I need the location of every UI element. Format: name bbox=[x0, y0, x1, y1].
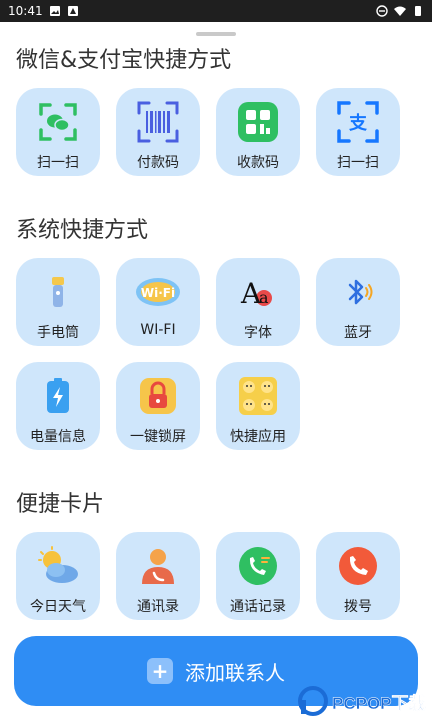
section-title-system: 系统快捷方式 bbox=[16, 218, 149, 243]
tile-label: 通话记录 bbox=[230, 599, 286, 615]
watermark-text: PCPOP下载 bbox=[332, 693, 426, 713]
tile-wifi[interactable]: Wi·Fi WI-FI bbox=[116, 258, 200, 346]
section-title-cards: 便捷卡片 bbox=[16, 492, 105, 517]
tile-call-log[interactable]: 通话记录 bbox=[216, 532, 300, 620]
tile-bluetooth[interactable]: 蓝牙 bbox=[316, 258, 400, 346]
shortcut-sheet: 微信&支付宝快捷方式 扫一扫 付款码 收款码 支 扫一扫 系统快捷方式 手电筒 … bbox=[0, 22, 432, 720]
plus-icon: + bbox=[147, 658, 173, 684]
tile-flashlight[interactable]: 手电筒 bbox=[16, 258, 100, 346]
tile-font[interactable]: A a 字体 bbox=[216, 258, 300, 346]
barcode-icon bbox=[134, 98, 182, 146]
battery-icon bbox=[34, 372, 82, 420]
section-title-wechat-alipay: 微信&支付宝快捷方式 bbox=[16, 48, 232, 73]
bluetooth-icon bbox=[334, 268, 382, 316]
qr-code-icon bbox=[234, 98, 282, 146]
image-notification-icon bbox=[67, 6, 78, 16]
dnd-icon bbox=[376, 5, 388, 17]
svg-text:支: 支 bbox=[348, 112, 368, 134]
wifi-icon: Wi·Fi bbox=[134, 268, 182, 316]
tile-label: 收款码 bbox=[237, 155, 279, 171]
wifi-signal-icon bbox=[394, 6, 406, 16]
gallery-notification-icon bbox=[49, 6, 60, 16]
call-log-icon bbox=[234, 542, 282, 590]
status-bar: 10:41 bbox=[0, 0, 432, 22]
svg-text:a: a bbox=[259, 288, 269, 307]
svg-text:Wi·Fi: Wi·Fi bbox=[141, 286, 175, 300]
wechat-scan-icon bbox=[34, 98, 82, 146]
battery-status-icon bbox=[415, 6, 421, 16]
watermark: PCPOP下载 bbox=[298, 682, 432, 720]
tile-receive-code[interactable]: 收款码 bbox=[216, 88, 300, 176]
font-icon: A a bbox=[234, 268, 282, 316]
tile-label: WI-FI bbox=[140, 322, 176, 338]
tile-label: 手电筒 bbox=[37, 325, 79, 341]
tile-label: 通讯录 bbox=[137, 599, 179, 615]
tile-label: 今日天气 bbox=[30, 599, 86, 615]
add-contact-label: 添加联系人 bbox=[185, 660, 285, 685]
sheet-drag-handle[interactable] bbox=[196, 32, 236, 36]
tile-wechat-scan[interactable]: 扫一扫 bbox=[16, 88, 100, 176]
tile-dial[interactable]: 拨号 bbox=[316, 532, 400, 620]
tile-one-key-lock[interactable]: 一键锁屏 bbox=[116, 362, 200, 450]
tile-contacts[interactable]: 通讯录 bbox=[116, 532, 200, 620]
alipay-scan-icon: 支 bbox=[334, 98, 382, 146]
tile-quick-apps[interactable]: 快捷应用 bbox=[216, 362, 300, 450]
tile-label: 快捷应用 bbox=[230, 429, 286, 445]
tile-label: 拨号 bbox=[344, 599, 372, 615]
flashlight-icon bbox=[34, 268, 82, 316]
tile-weather[interactable]: 今日天气 bbox=[16, 532, 100, 620]
tile-label: 扫一扫 bbox=[337, 155, 379, 171]
tile-label: 付款码 bbox=[137, 155, 179, 171]
contacts-icon bbox=[134, 542, 182, 590]
dial-icon bbox=[334, 542, 382, 590]
tile-label: 电量信息 bbox=[30, 429, 86, 445]
pcpop-logo-icon bbox=[298, 686, 328, 716]
weather-icon bbox=[34, 542, 82, 590]
lock-icon bbox=[134, 372, 182, 420]
tile-label: 扫一扫 bbox=[37, 155, 79, 171]
tile-payment-code[interactable]: 付款码 bbox=[116, 88, 200, 176]
tile-battery-info[interactable]: 电量信息 bbox=[16, 362, 100, 450]
tile-label: 一键锁屏 bbox=[130, 429, 186, 445]
tile-label: 字体 bbox=[244, 325, 272, 341]
tile-alipay-scan[interactable]: 支 扫一扫 bbox=[316, 88, 400, 176]
apps-icon bbox=[234, 372, 282, 420]
status-time: 10:41 bbox=[8, 4, 43, 18]
tile-label: 蓝牙 bbox=[344, 325, 372, 341]
